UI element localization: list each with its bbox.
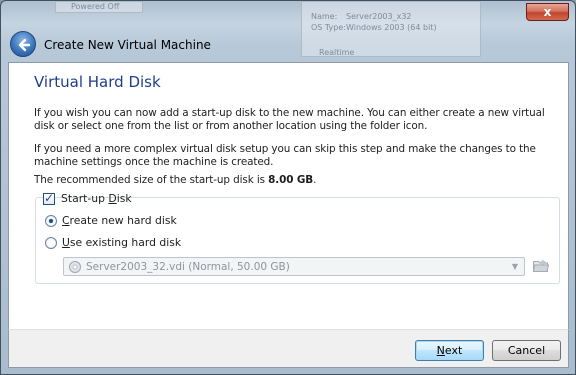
label-mnemonic: N [436, 344, 445, 357]
existing-disk-select[interactable]: Server2003_32.vdi (Normal, 50.00 GB) ▼ [63, 257, 525, 276]
window-title: Create New Virtual Machine [44, 38, 211, 52]
recommended-size-value: 8.00 GB [268, 174, 314, 186]
next-button[interactable]: Next [415, 340, 484, 361]
hard-disk-icon [69, 261, 81, 273]
use-existing-disk-radio[interactable] [45, 237, 57, 249]
label-mnemonic: D [108, 192, 117, 205]
label-part: se existing hard disk [69, 236, 182, 249]
back-arrow-icon [18, 38, 31, 52]
complex-setup-text: If you need a more complex virtual disk … [34, 143, 536, 168]
recommended-size-prefix: The recommended size of the start-up dis… [34, 174, 269, 186]
label-part: ext [444, 344, 463, 357]
dialog-window: Powered Off Name: Server2003_x32 OS Type… [0, 0, 576, 375]
startup-disk-label[interactable]: Start-up Disk [61, 192, 132, 205]
cancel-button[interactable]: Cancel [492, 340, 561, 361]
folder-icon [532, 259, 550, 272]
recommended-size-text: The recommended size of the start-up dis… [34, 174, 564, 187]
label-mnemonic: C [62, 214, 70, 227]
existing-disk-value: Server2003_32.vdi (Normal, 50.00 GB) [86, 261, 290, 273]
use-existing-disk-label[interactable]: Use existing hard disk [62, 236, 181, 249]
close-icon: x [543, 5, 552, 19]
page-title: Virtual Hard Disk [34, 73, 161, 91]
chevron-down-icon[interactable]: ▼ [509, 261, 521, 273]
intro-text: If you wish you can now add a start-up d… [34, 107, 545, 132]
choose-disk-folder-button[interactable] [532, 257, 550, 275]
wizard-page: Virtual Hard Disk If you wish you can no… [8, 62, 569, 329]
back-button[interactable] [10, 31, 36, 57]
recommended-size-suffix: . [313, 174, 317, 186]
label-part: Start-up [61, 192, 109, 205]
startup-disk-checkbox[interactable]: ✓ [43, 191, 55, 205]
checkmark-icon: ✓ [44, 191, 55, 205]
label-part: reate new hard disk [69, 214, 177, 227]
create-new-disk-label[interactable]: Create new hard disk [62, 214, 177, 227]
close-button[interactable]: x [526, 3, 569, 21]
title-bar: x Create New Virtual Machine [1, 1, 575, 61]
button-bar: Next Cancel [8, 329, 569, 368]
label-mnemonic: U [62, 236, 70, 249]
create-new-disk-radio[interactable] [45, 215, 57, 227]
label-part: isk [116, 192, 132, 205]
